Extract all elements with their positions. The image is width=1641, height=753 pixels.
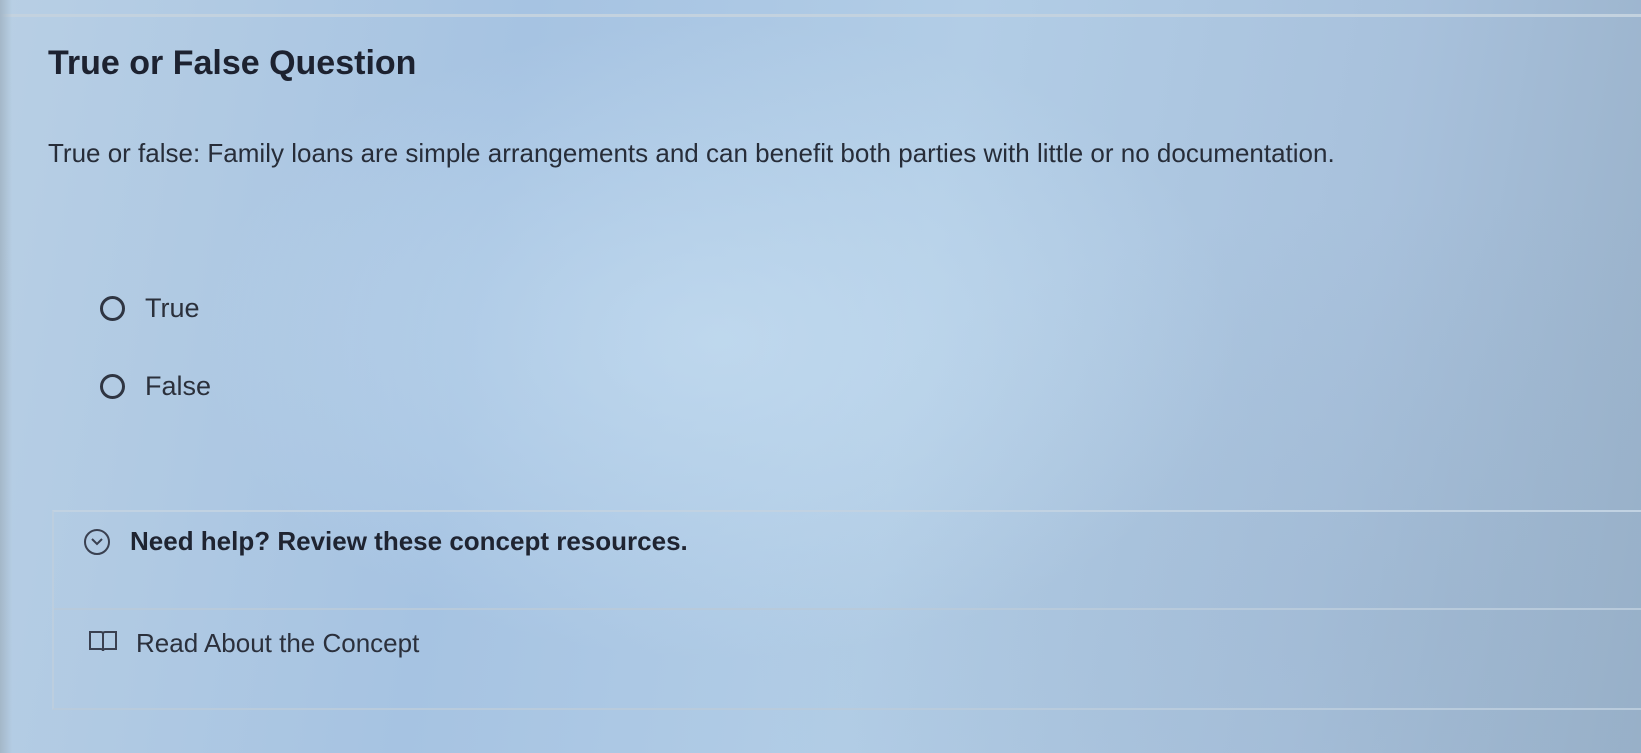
option-false[interactable]: False [100,366,211,406]
help-toggle-button[interactable]: Need help? Review these concept resource… [84,526,688,557]
help-toggle-label: Need help? Review these concept resource… [130,526,688,556]
question-text: True or false: Family loans are simple a… [48,138,1335,168]
divider [54,608,1641,610]
book-icon [88,629,136,658]
help-panel: Need help? Review these concept resource… [52,510,1641,710]
answer-options: True False [100,288,211,444]
radio-unselected-icon[interactable] [100,373,125,399]
radio-unselected-icon[interactable] [100,295,125,321]
read-about-concept-link[interactable]: Read About the Concept [88,628,419,659]
option-label: True [145,292,200,323]
chevron-down-circle-icon [84,528,110,555]
left-edge-shadow [0,0,12,753]
option-label: False [145,370,212,401]
option-true[interactable]: True [100,288,211,328]
resource-label: Read About the Concept [136,628,420,658]
question-title: True or False Question [48,44,417,82]
top-border [0,14,1641,17]
